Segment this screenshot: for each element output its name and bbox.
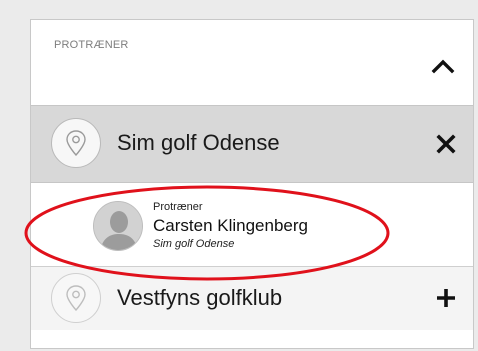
section-caption: PROTRÆNER <box>54 39 129 51</box>
club-row-selected[interactable]: Sim golf Odense <box>31 105 473 183</box>
other-club-name: Vestfyns golfklub <box>117 285 283 310</box>
trainer-club: Sim golf Odense <box>153 238 235 250</box>
club-row-vestfyns[interactable]: Vestfyns golfklub <box>31 266 473 330</box>
person-avatar-icon <box>93 201 143 251</box>
trainer-role-label: Protræner <box>153 201 203 213</box>
selected-club-name: Sim golf Odense <box>117 130 280 155</box>
location-pin-icon <box>51 118 101 168</box>
location-pin-icon <box>51 273 101 323</box>
trainer-list-item[interactable]: Protræner Carsten Klingenberg Sim golf O… <box>31 183 473 266</box>
trainer-name: Carsten Klingenberg <box>153 216 308 235</box>
chevron-up-icon[interactable] <box>431 58 455 74</box>
plus-icon[interactable] <box>435 287 457 309</box>
panel-header: PROTRÆNER <box>31 20 473 105</box>
protraener-panel: PROTRÆNER Sim golf Odense Protræner Cars… <box>30 19 474 349</box>
close-icon[interactable] <box>435 133 457 155</box>
